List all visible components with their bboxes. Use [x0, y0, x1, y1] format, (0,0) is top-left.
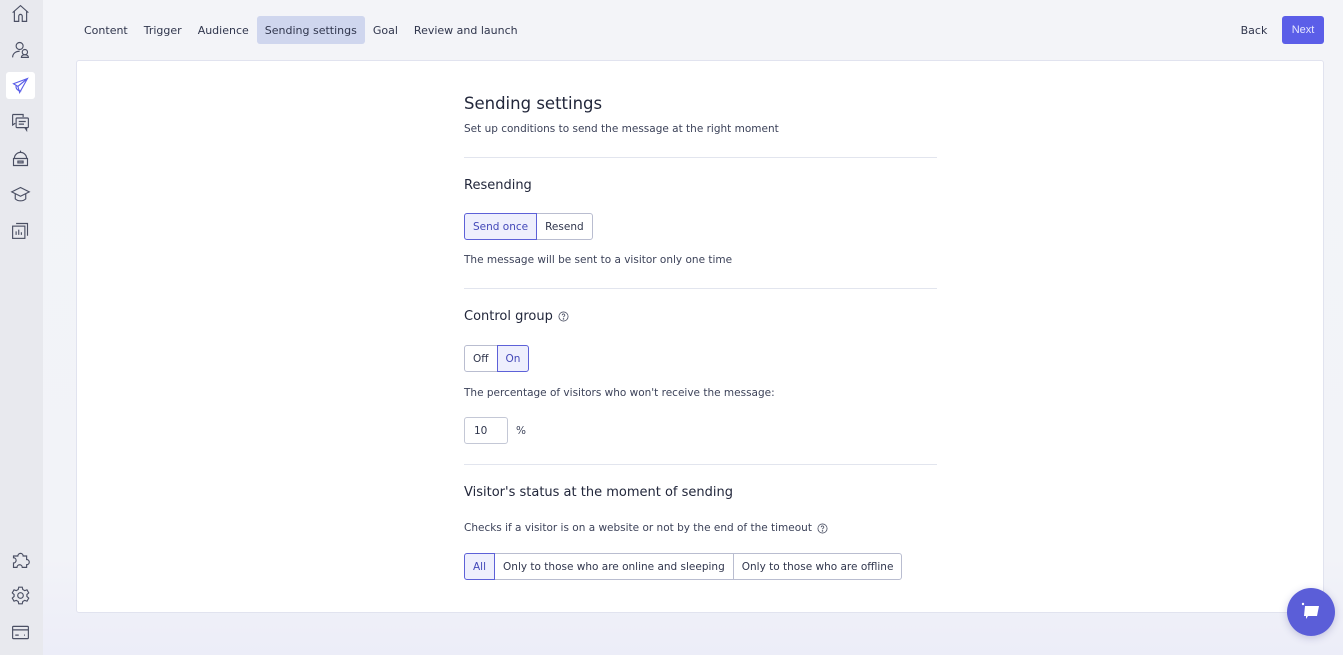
sidebar-item-bots[interactable] — [6, 145, 35, 172]
page-subtitle: Set up conditions to send the message at… — [464, 123, 779, 135]
tab-goal[interactable]: Goal — [365, 16, 406, 44]
status-offline-option[interactable]: Only to those who are offline — [732, 553, 903, 580]
robot-icon — [12, 150, 29, 167]
home-icon — [12, 4, 29, 22]
tab-sending-settings[interactable]: Sending settings — [256, 16, 365, 44]
help-icon[interactable] — [558, 311, 569, 322]
graduation-cap-icon — [10, 186, 31, 202]
visitor-status-toggle: All Only to those who are online and sle… — [464, 553, 903, 580]
bar-chart-icon — [12, 222, 29, 239]
resend-option[interactable]: Resend — [536, 213, 593, 240]
chat-icon — [12, 113, 29, 132]
wizard-steps: Content Trigger Audience Sending setting… — [76, 16, 526, 44]
page-title: Sending settings — [464, 94, 603, 113]
tab-review-and-launch[interactable]: Review and launch — [406, 16, 526, 44]
percentage-label: The percentage of visitors who won't rec… — [464, 387, 775, 399]
puzzle-icon — [12, 552, 30, 568]
sidebar-item-conversations[interactable] — [6, 108, 35, 135]
divider — [464, 464, 937, 465]
tab-trigger[interactable]: Trigger — [136, 16, 190, 44]
sidebar-item-reports[interactable] — [6, 217, 35, 244]
sidebar-item-home[interactable] — [6, 0, 35, 27]
back-button[interactable]: Back — [1233, 16, 1275, 44]
control-group-heading: Control group — [464, 309, 569, 324]
users-icon — [12, 41, 29, 58]
sidebar-item-billing[interactable] — [6, 619, 35, 646]
control-group-on-option[interactable]: On — [496, 345, 530, 372]
status-online-sleeping-option[interactable]: Only to those who are online and sleepin… — [494, 553, 734, 580]
next-button[interactable]: Next — [1282, 16, 1324, 44]
divider — [464, 157, 937, 158]
gear-icon — [11, 586, 30, 605]
chat-bubble-icon — [1301, 602, 1319, 619]
sidebar-item-academy[interactable] — [6, 181, 35, 208]
control-group-percentage-input[interactable] — [464, 417, 508, 444]
chat-widget-button[interactable] — [1287, 588, 1335, 636]
status-all-option[interactable]: All — [464, 553, 496, 580]
settings-card: Sending settings Set up conditions to se… — [76, 60, 1324, 613]
sidebar-item-campaigns[interactable] — [6, 72, 35, 99]
help-icon[interactable] — [817, 523, 828, 534]
percentage-unit: % — [516, 425, 526, 437]
control-group-off-option[interactable]: Off — [464, 345, 498, 372]
sidebar-item-settings[interactable] — [6, 582, 35, 609]
tab-content[interactable]: Content — [76, 16, 136, 44]
sidebar-item-contacts[interactable] — [6, 36, 35, 63]
resending-heading: Resending — [464, 178, 532, 193]
divider — [464, 288, 937, 289]
resending-toggle: Send once Resend — [464, 213, 593, 240]
sidebar — [0, 0, 43, 655]
credit-card-icon — [12, 625, 29, 640]
paper-plane-icon — [12, 77, 29, 94]
visitor-status-heading: Visitor's status at the moment of sendin… — [464, 485, 733, 500]
visitor-status-description: Checks if a visitor is on a website or n… — [464, 522, 828, 534]
control-group-toggle: Off On — [464, 345, 530, 372]
tab-audience[interactable]: Audience — [190, 16, 257, 44]
resending-description: The message will be sent to a visitor on… — [464, 254, 733, 266]
sidebar-item-integrations[interactable] — [6, 546, 35, 573]
send-once-option[interactable]: Send once — [464, 213, 538, 240]
